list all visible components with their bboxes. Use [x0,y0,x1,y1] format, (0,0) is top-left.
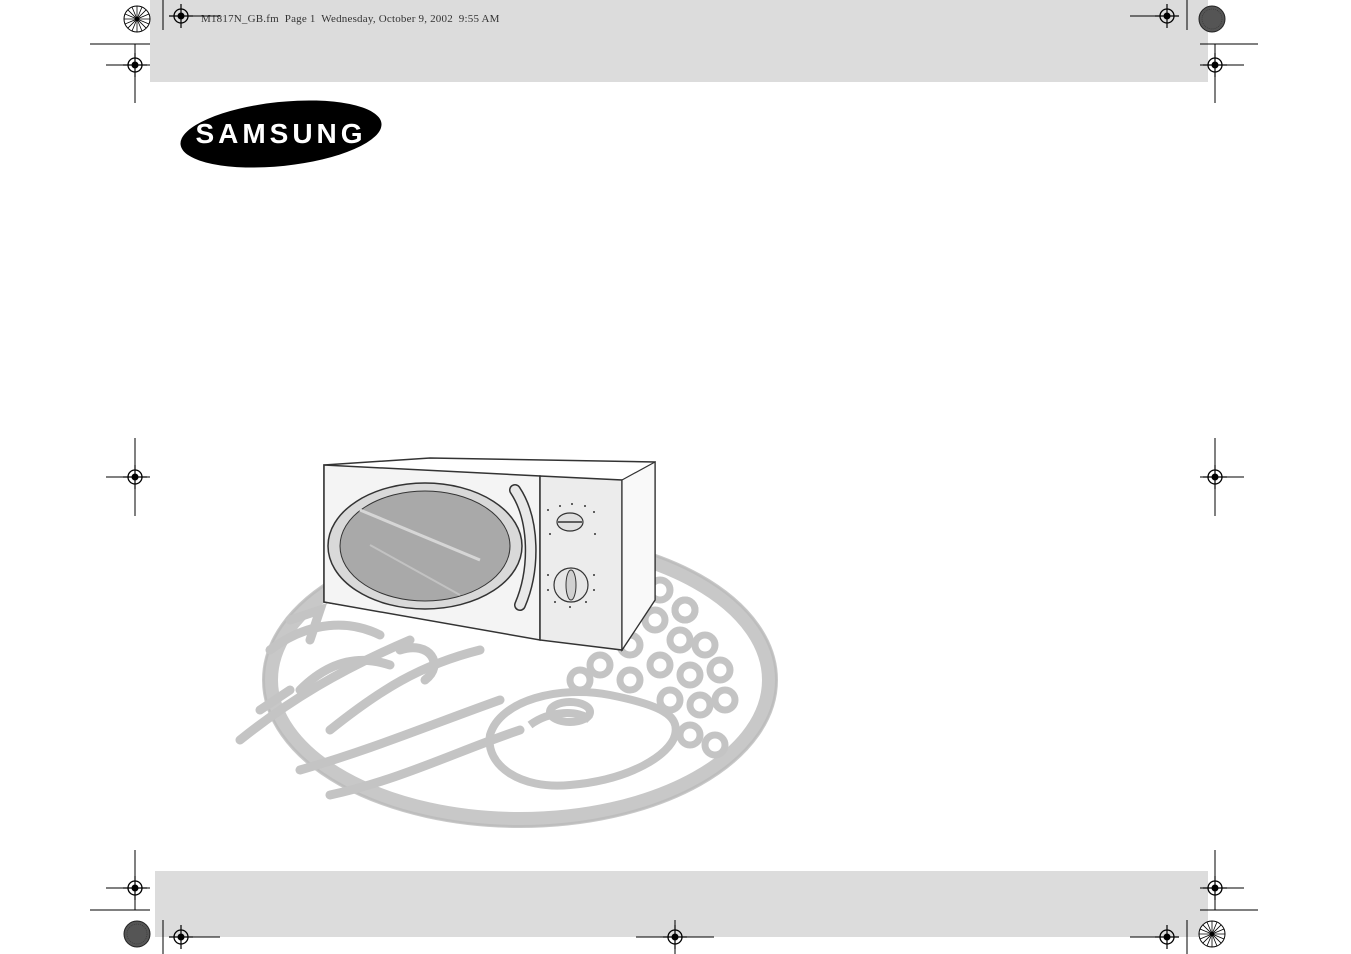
color-bar-icon [123,920,151,948]
vegetables-icon [235,602,525,800]
microwave-illustration [235,457,778,828]
color-bar-icon [123,5,151,33]
microwave-oven-icon [323,457,656,652]
color-bar-icon [1198,920,1226,948]
samsung-logo-text: SAMSUNG [195,118,367,149]
color-bar-icon [1198,5,1226,33]
steak-icon [485,688,680,790]
